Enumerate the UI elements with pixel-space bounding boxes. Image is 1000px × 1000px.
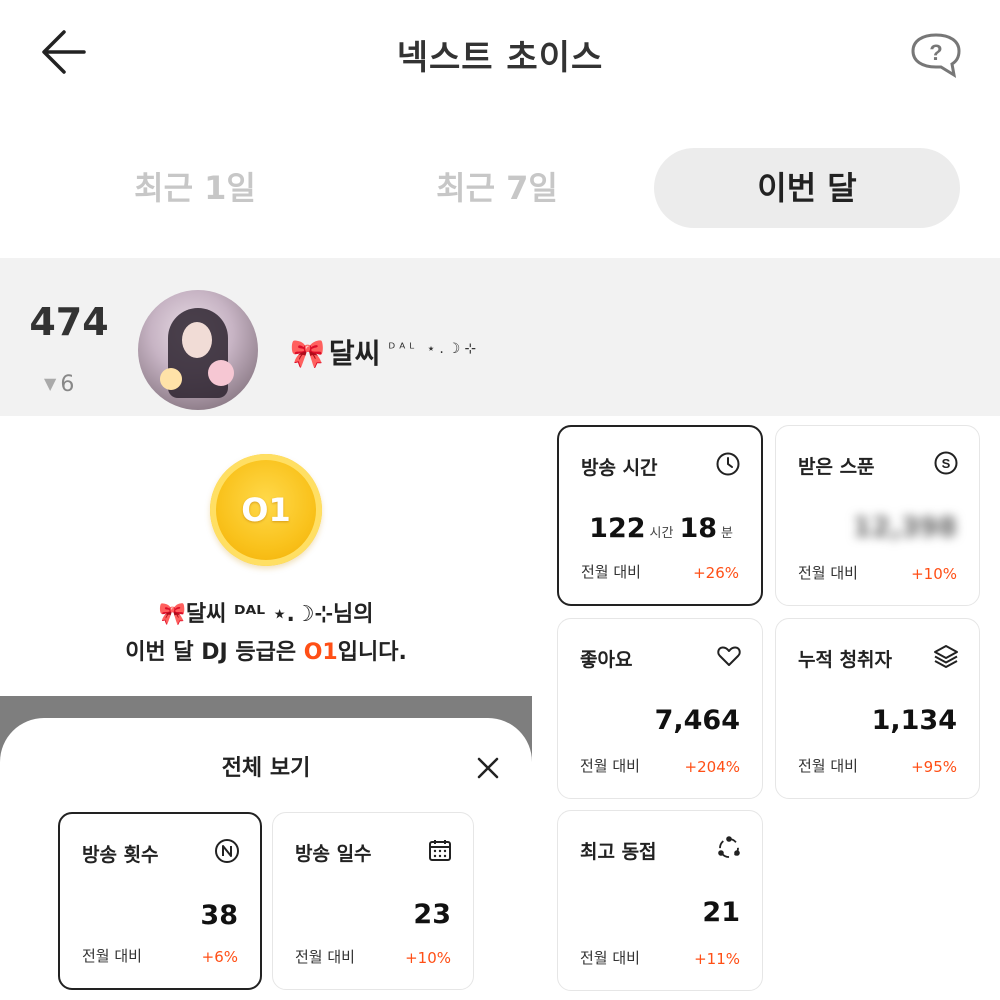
stat-card-peak-concurrent[interactable]: 최고 동접 21 전월 대비 +11%	[557, 810, 763, 991]
card-value: 7,464	[654, 705, 740, 736]
card-compare-value: +26%	[693, 564, 739, 582]
card-value: 21	[702, 897, 740, 928]
card-compare-label: 전월 대비	[580, 757, 640, 775]
stat-card-broadcast-days[interactable]: 방송 일수 23 전월 대비 +10%	[272, 812, 474, 990]
clock-icon	[716, 452, 740, 476]
tab-this-month[interactable]: 이번 달	[654, 148, 960, 228]
card-value: 23	[413, 899, 451, 930]
card-value: 122 시간 18 분	[589, 513, 739, 544]
card-title: 좋아요	[580, 649, 633, 671]
profile-name-text: 달씨	[328, 337, 381, 370]
page-title: 넥스트 초이스	[396, 38, 604, 78]
card-compare-label: 전월 대비	[798, 564, 858, 582]
close-button[interactable]	[472, 752, 504, 784]
spoon-coin-icon: S	[934, 451, 958, 475]
rank-number: 474	[29, 300, 109, 344]
grade-text-suffix: 입니다.	[337, 640, 407, 665]
stat-card-listeners[interactable]: 누적 청취자 1,134 전월 대비 +95%	[775, 618, 980, 799]
card-title: 방송 시간	[581, 457, 658, 479]
grade-value: O1	[303, 640, 338, 665]
svg-text:S: S	[942, 456, 951, 471]
avatar[interactable]	[138, 290, 258, 410]
stat-card-spoons[interactable]: 받은 스푼 S 12,398 전월 대비 +10%	[775, 425, 980, 606]
profile-name-decoration: ᴰᴬᴸ ⋆.☽⊹	[388, 341, 481, 357]
card-value: 38	[200, 900, 238, 931]
card-compare-value: +95%	[911, 758, 957, 776]
card-value-hidden: 12,398	[852, 512, 957, 543]
card-compare-value: +204%	[684, 758, 740, 776]
card-compare-value: +6%	[201, 948, 238, 966]
card-compare-label: 전월 대비	[581, 563, 641, 581]
card-title: 받은 스푼	[798, 456, 875, 478]
layers-icon	[934, 645, 958, 668]
card-value: 1,134	[871, 705, 957, 736]
card-compare-value: +11%	[694, 950, 740, 968]
rank-change: ▼ 6	[44, 372, 74, 397]
card-title: 방송 일수	[295, 843, 372, 865]
card-compare-value: +10%	[911, 565, 957, 583]
question-bubble-icon: ?	[911, 33, 961, 79]
tab-recent-1-day[interactable]: 최근 1일	[60, 148, 330, 228]
stat-card-likes[interactable]: 좋아요 7,464 전월 대비 +204%	[557, 618, 763, 799]
grade-medal-icon: O1	[210, 454, 322, 566]
n-circle-icon	[215, 839, 239, 863]
calendar-icon	[429, 840, 451, 861]
minutes-unit: 분	[721, 526, 733, 541]
medal-label: O1	[241, 491, 291, 529]
card-compare-value: +10%	[405, 949, 451, 967]
tab-recent-7-days[interactable]: 최근 7일	[362, 148, 632, 228]
grade-text-line2: 이번 달 DJ 등급은 O1입니다.	[0, 634, 532, 666]
rank-down-icon: ▼	[44, 374, 57, 393]
svg-text:?: ?	[929, 40, 942, 65]
card-title: 누적 청취자	[798, 649, 893, 671]
share-nodes-icon	[718, 836, 740, 858]
stat-card-broadcast-count[interactable]: 방송 횟수 38 전월 대비 +6%	[58, 812, 262, 990]
card-compare-label: 전월 대비	[82, 947, 142, 965]
hours-value: 122	[589, 513, 646, 544]
ribbon-icon: 🎀	[290, 337, 325, 370]
help-button[interactable]: ?	[908, 30, 964, 80]
card-compare-label: 전월 대비	[798, 757, 858, 775]
card-compare-label: 전월 대비	[295, 948, 355, 966]
rank-change-value: 6	[60, 372, 75, 397]
card-title: 방송 횟수	[82, 844, 159, 866]
card-compare-label: 전월 대비	[580, 949, 640, 967]
heart-icon	[717, 646, 741, 666]
grade-text-prefix: 이번 달 DJ 등급은	[125, 640, 304, 665]
card-title: 최고 동접	[580, 841, 657, 863]
stat-card-broadcast-time[interactable]: 방송 시간 122 시간 18 분 전월 대비 +26%	[557, 425, 763, 606]
hours-unit: 시간	[649, 526, 674, 541]
sheet-title: 전체 보기	[221, 756, 311, 781]
close-icon	[477, 757, 499, 779]
grade-text-line1: 🎀달씨 ᴰᴬᴸ ⋆.☽⊹님의	[158, 602, 374, 627]
minutes-value: 18	[679, 513, 718, 544]
profile-name[interactable]: 🎀 달씨 ᴰᴬᴸ ⋆.☽⊹	[290, 332, 480, 372]
